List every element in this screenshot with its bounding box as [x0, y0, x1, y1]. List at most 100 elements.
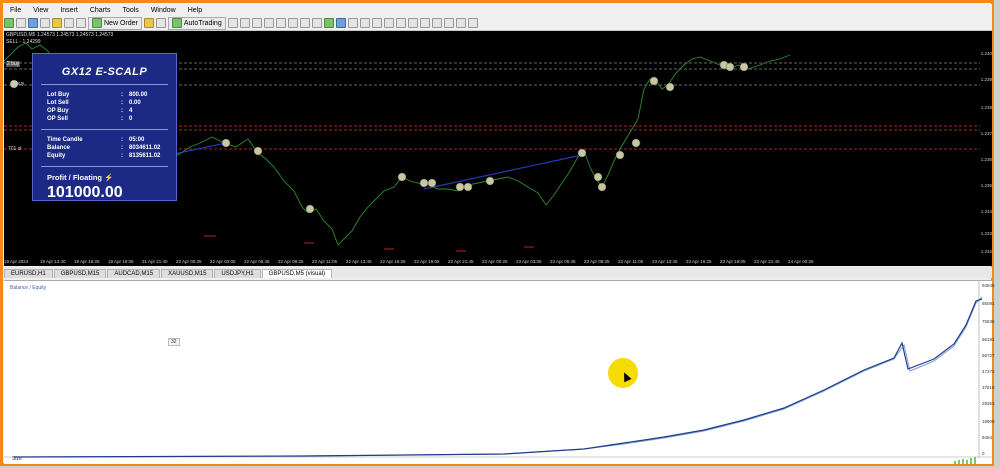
- trade-marker: [419, 178, 429, 188]
- periods-icon[interactable]: [335, 18, 346, 28]
- text-icon[interactable]: [443, 18, 454, 28]
- symbol-info-line1: GBPUSD,M5 1.24573 1.24573 1.24573 1.2457…: [6, 32, 114, 38]
- stat-row: OP Buy:4: [47, 108, 133, 114]
- stat-label: OP Buy: [47, 108, 69, 114]
- metaeditor-icon[interactable]: [143, 18, 154, 28]
- stat-label: Balance: [47, 145, 71, 151]
- trade-marker: [485, 176, 495, 186]
- price-tick: 1.240: [980, 51, 992, 56]
- trade-marker: [593, 172, 603, 182]
- crosshair-icon[interactable]: [371, 18, 382, 28]
- zoom-in-icon[interactable]: [263, 18, 274, 28]
- price-tick: 1.239: [980, 77, 992, 82]
- tile-windows-icon[interactable]: [287, 18, 298, 28]
- label-icon[interactable]: [455, 18, 466, 28]
- equity-tick: 18909: [982, 419, 995, 424]
- time-tick: 23 Apr 21:45: [754, 259, 780, 264]
- equity-tick: 0: [982, 451, 985, 456]
- templates-icon[interactable]: [347, 18, 358, 28]
- horizontal-line-icon[interactable]: [395, 18, 406, 28]
- equity-tick: 37818: [982, 385, 995, 390]
- trade-marker: [631, 138, 641, 148]
- navigator-icon[interactable]: [52, 18, 62, 28]
- tab-audcad-m15[interactable]: AUDCAD,M15: [107, 269, 161, 278]
- channel-icon[interactable]: [419, 18, 430, 28]
- fibonacci-icon[interactable]: [431, 18, 442, 28]
- tab-eurusd-h1[interactable]: EURUSD,H1: [4, 269, 53, 278]
- stat-label: Time Candle: [47, 137, 83, 143]
- stat-row: Time Candle:05:00: [47, 137, 145, 143]
- arrows-icon[interactable]: [467, 18, 478, 28]
- stat-row: Lot Sell:0.00: [47, 100, 141, 106]
- trade-marker: [725, 62, 735, 72]
- line-chart-icon[interactable]: [251, 18, 262, 28]
- stat-label: Equity: [47, 153, 66, 159]
- price-tick: 1.232: [980, 249, 992, 254]
- cursor-icon[interactable]: [359, 18, 370, 28]
- menu-insert[interactable]: Insert: [54, 7, 84, 14]
- candlestick-icon[interactable]: [239, 18, 250, 28]
- buy-label: 2 buy: [6, 61, 21, 67]
- menu-view[interactable]: View: [27, 7, 54, 14]
- trendline-icon[interactable]: [407, 18, 418, 28]
- time-tick: 22 Apr 21:45: [448, 259, 474, 264]
- new-chart-icon[interactable]: [4, 18, 14, 28]
- market-watch-icon[interactable]: [28, 18, 38, 28]
- signals-icon[interactable]: [155, 18, 166, 28]
- time-tick: 23 Apr 19:05: [720, 259, 746, 264]
- terminal-icon[interactable]: [64, 18, 74, 28]
- profiles-icon[interactable]: [16, 18, 26, 28]
- menu-charts[interactable]: Charts: [84, 7, 117, 14]
- price-tick: 1.236: [980, 157, 992, 162]
- equity-tick: 9454: [982, 435, 993, 440]
- time-tick: 23 Apr 08:25: [584, 259, 610, 264]
- tester-graph-panel[interactable]: Balance / Equity 32 Size 94545 85091 756…: [4, 280, 995, 464]
- trade-marker: [253, 146, 263, 156]
- menu-help[interactable]: Help: [182, 7, 208, 14]
- menu-window[interactable]: Window: [145, 7, 182, 14]
- trade-marker: [597, 182, 607, 192]
- trade-line: [423, 154, 583, 190]
- tab-xauusd-m15[interactable]: XAUUSD,M15: [161, 269, 214, 278]
- indicators-icon[interactable]: [323, 18, 334, 28]
- autoscroll-icon[interactable]: [311, 18, 322, 28]
- tab-gbpusd-m15[interactable]: GBPUSD,M15: [53, 269, 107, 278]
- stat-row: Equity:8135611.02: [47, 153, 161, 159]
- stat-label: Lot Sell: [47, 100, 69, 106]
- trade-marker: [427, 178, 437, 188]
- strategy-tester-icon[interactable]: [76, 18, 86, 28]
- ea-title: GX12 E-SCALP: [61, 66, 148, 78]
- stat-value: 800.00: [129, 92, 148, 98]
- menu-tools[interactable]: Tools: [116, 7, 144, 14]
- equity-tick: 28363: [982, 401, 995, 406]
- tab-usdjpy-h1[interactable]: USDJPY,H1: [214, 269, 261, 278]
- stat-row: Lot Buy:800.00: [47, 92, 148, 98]
- tab-gbpusd-m5-visual[interactable]: GBPUSD,M5 (visual): [261, 269, 332, 278]
- trade-marker: [615, 150, 625, 160]
- trade-marker: [221, 138, 231, 148]
- new-order-button[interactable]: New Order: [88, 16, 142, 30]
- time-tick: 19 Apr 16:25: [74, 259, 100, 264]
- data-window-icon[interactable]: [40, 18, 50, 28]
- lightning-icon: ⚡: [104, 173, 114, 182]
- balance-line: [13, 298, 983, 458]
- bar-chart-icon[interactable]: [227, 18, 238, 28]
- profit-value: 101000.00: [47, 184, 123, 201]
- time-tick: 22 Apr 03:05: [210, 259, 236, 264]
- menu-file[interactable]: File: [4, 7, 27, 14]
- size-bars: [954, 457, 976, 464]
- new-order-icon: [92, 18, 102, 28]
- menu-bar: File View Insert Charts Tools Window Hel…: [4, 4, 992, 16]
- autotrading-icon: [171, 18, 182, 28]
- stat-value: 8034611.02: [129, 145, 161, 151]
- zoom-out-icon[interactable]: [275, 18, 286, 28]
- time-tick: 22 Apr 00:25: [176, 259, 202, 264]
- trade-marker: [397, 172, 407, 182]
- ea-info-panel: GX12 E-SCALP Lot Buy:800.00 Lot Sell:0.0…: [32, 53, 177, 201]
- chart-shift-icon[interactable]: [299, 18, 310, 28]
- autotrading-button[interactable]: AutoTrading: [167, 16, 226, 30]
- vertical-line-icon[interactable]: [383, 18, 394, 28]
- time-tick: 24 Apr 00:25: [788, 259, 814, 264]
- trade-marker: [577, 148, 587, 158]
- trade-marker: [463, 182, 473, 192]
